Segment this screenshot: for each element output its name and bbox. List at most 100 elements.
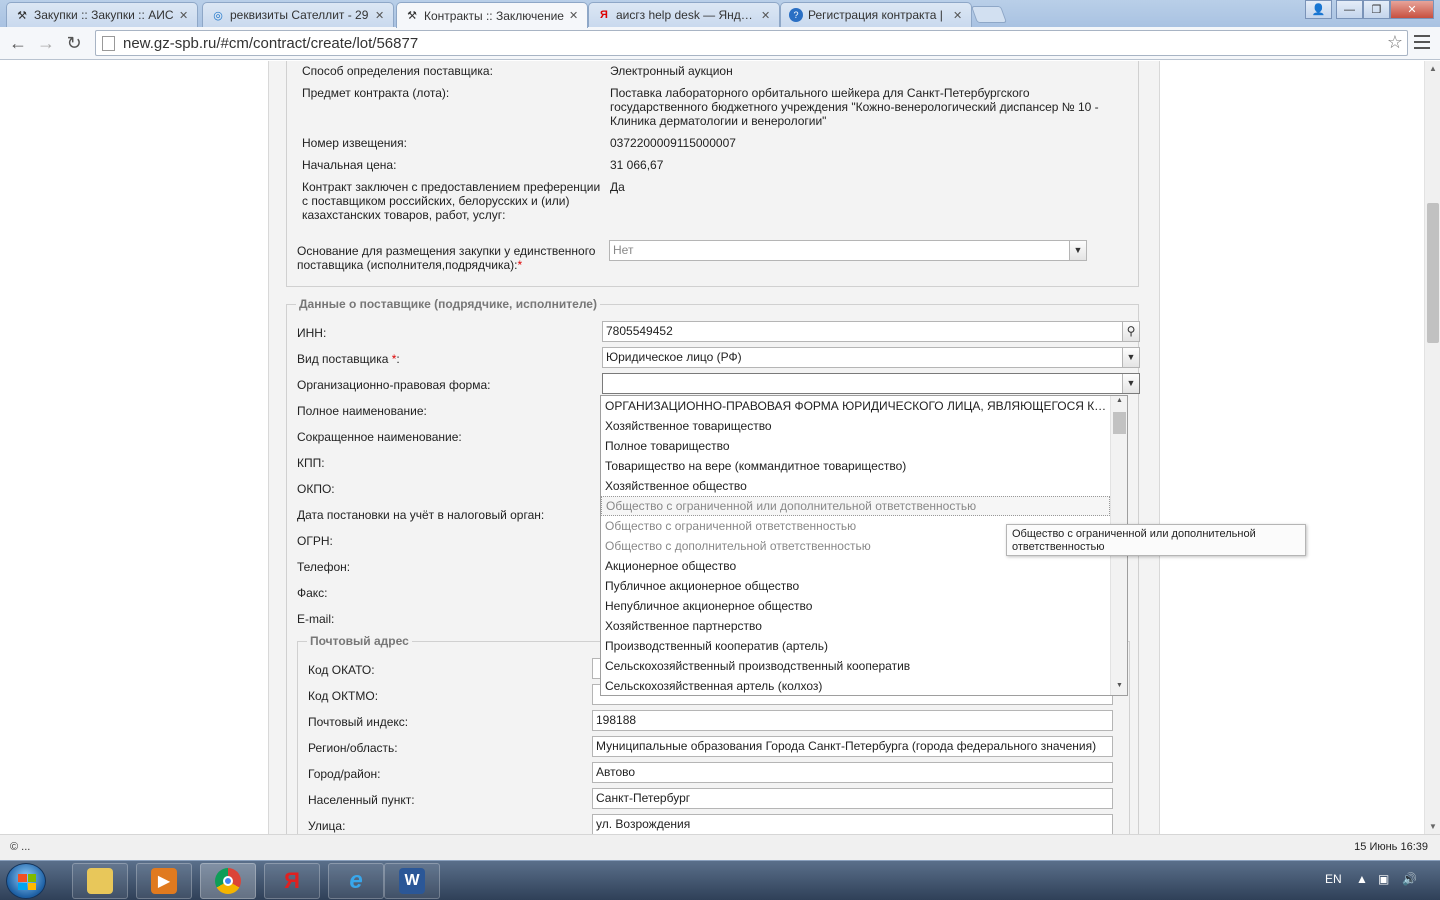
field-label: Предмет контракта (лота): [302,86,450,100]
inn-label: ИНН: [297,326,327,340]
chevron-down-icon[interactable]: ▼ [1069,241,1086,260]
tab-registration[interactable]: ? Регистрация контракта | ✕ [780,2,972,27]
city-input[interactable]: Автово [592,762,1113,783]
scroll-up-icon[interactable]: ▲ [1425,64,1440,73]
taskbar-media-player[interactable]: ▶ [136,863,192,899]
restore-button[interactable]: ❐ [1363,0,1390,19]
close-icon[interactable]: ✕ [179,9,191,22]
street-input[interactable]: ул. Возрождения [592,814,1113,834]
phone-label: Телефон: [297,560,351,574]
taskbar-ie[interactable]: e [328,863,384,899]
region-label: Регион/область: [308,741,398,755]
dropdown-option[interactable]: Хозяйственное товарищество [601,416,1110,436]
email-label: E-mail: [297,612,335,626]
scroll-up-icon[interactable]: ▲ [1111,397,1127,409]
supplier-type-label-text: Вид поставщика [297,352,389,366]
volume-icon[interactable]: 🔊 [1402,872,1417,886]
language-indicator[interactable]: EN [1325,872,1342,886]
media-player-icon: ▶ [151,868,177,894]
internet-explorer-icon: e [349,867,363,894]
locality-label: Населенный пункт: [308,793,415,807]
full-name-label: Полное наименование: [297,404,427,418]
required-marker: * [391,352,397,366]
reload-icon[interactable]: ↻ [62,32,86,54]
forward-arrow-icon[interactable]: → [34,32,58,54]
help-icon: ? [789,8,803,22]
start-button[interactable] [6,863,46,899]
page-icon [102,35,115,51]
close-window-button[interactable]: ✕ [1390,0,1434,19]
back-arrow-icon[interactable]: ← [6,32,30,54]
taskbar-yandex[interactable]: Я [264,863,320,899]
preference-value: Да [610,180,625,194]
tab-kontrakty[interactable]: ⚒ Контракты :: Заключение ✕ [396,2,588,28]
dropdown-option[interactable]: Сельскохозяйственный производственный ко… [601,656,1110,676]
page-scrollbar[interactable]: ▲ ▼ [1424,61,1440,834]
chevron-down-icon[interactable]: ▼ [1122,348,1139,367]
taskbar-chrome[interactable] [200,863,256,899]
field-label: Контракт заключен с предоставлением преф… [302,180,601,222]
dropdown-option[interactable]: Публичное акционерное общество [601,576,1110,596]
dropdown-option[interactable]: Хозяйственное партнерство [601,616,1110,636]
bookmark-star-icon[interactable]: ☆ [1387,32,1403,53]
tab-label: аисгз help desk — Яндекс [616,8,757,22]
network-icon[interactable]: ▣ [1378,872,1389,886]
tray-expand-icon[interactable]: ▲ [1356,872,1368,886]
taskbar-explorer[interactable] [72,863,128,899]
tab-label: реквизиты Сателлит - 29 [230,8,369,22]
tab-rekvizity[interactable]: ◎ реквизиты Сателлит - 29 ✕ [202,2,394,27]
dropdown-option[interactable]: Хозяйственное общество [601,476,1110,496]
yandex-icon: Я [284,868,300,893]
address-bar[interactable]: new.gz-spb.ru/#cm/contract/create/lot/56… [95,30,1408,56]
scroll-down-icon[interactable]: ▼ [1425,822,1440,831]
postal-code-value: 198188 [596,713,637,727]
dropdown-option[interactable]: Полное товарищество [601,436,1110,456]
dropdown-option[interactable]: Акционерное общество [601,556,1110,576]
menu-icon[interactable] [1414,35,1430,53]
street-value: ул. Возрождения [596,817,691,831]
supplier-type-select[interactable]: Юридическое лицо (РФ) ▼ [602,347,1140,368]
kpp-label: КПП: [297,456,325,470]
postal-code-input[interactable]: 198188 [592,710,1113,731]
field-label: Начальная цена: [302,158,397,172]
region-value: Муниципальные образования Города Санкт-П… [596,739,1097,753]
minimize-button[interactable]: — [1336,0,1363,19]
chevron-down-icon[interactable]: ▼ [1122,374,1139,393]
org-form-select[interactable]: ▼ [602,373,1140,394]
tab-label: Контракты :: Заключение [424,8,564,23]
tab-yandex[interactable]: Я аисгз help desk — Яндекс ✕ [588,2,780,27]
inn-input[interactable]: 7805549452 ⚲ [602,321,1140,342]
dropdown-option[interactable]: Сельскохозяйственная артель (колхоз) [601,676,1110,695]
notice-number-value: 0372200009115000007 [610,136,736,150]
close-icon[interactable]: ✕ [953,9,965,22]
dropdown-option[interactable]: ОРГАНИЗАЦИОННО-ПРАВОВАЯ ФОРМА ЮРИДИЧЕСКО… [601,396,1110,416]
new-tab-button[interactable] [970,6,1008,23]
region-input[interactable]: Муниципальные образования Города Санкт-П… [592,736,1113,757]
dropdown-option[interactable]: Непубличное акционерное общество [601,596,1110,616]
basis-label: Основание для размещения закупки у единс… [297,244,607,272]
close-icon[interactable]: ✕ [761,9,773,22]
close-icon[interactable]: ✕ [375,9,387,22]
option-tooltip: Общество с ограниченной или дополнительн… [1006,524,1306,556]
basis-select[interactable]: Нет ▼ [609,240,1087,261]
dropdown-option-hovered[interactable]: Общество с ограниченной или дополнительн… [601,496,1110,516]
ogrn-label: ОГРН: [297,534,333,548]
fax-label: Факс: [297,586,328,600]
scroll-down-icon[interactable]: ▼ [1111,682,1127,694]
browser-tabstrip: ⚒ Закупки :: Закупки :: АИС ✕ ◎ реквизит… [0,0,1440,28]
supplier-type-value: Юридическое лицо (РФ) [606,350,742,364]
search-icon[interactable]: ⚲ [1122,322,1139,341]
taskbar-word[interactable]: W [384,863,440,899]
close-icon[interactable]: ✕ [569,9,581,22]
dropdown-option[interactable]: Производственный кооператив (артель) [601,636,1110,656]
oktmo-label: Код ОКТМО: [308,689,379,703]
scrollbar-thumb[interactable] [1427,203,1439,343]
dropdown-option[interactable]: Товарищество на вере (коммандитное товар… [601,456,1110,476]
scrollbar-thumb[interactable] [1113,412,1126,434]
locality-input[interactable]: Санкт-Петербург [592,788,1113,809]
tab-zakupki[interactable]: ⚒ Закупки :: Закупки :: АИС ✕ [6,2,198,27]
inn-value: 7805549452 [606,324,673,338]
okpo-label: ОКПО: [297,482,335,496]
user-icon[interactable]: 👤 [1305,0,1332,19]
status-bar: © ... 15 Июнь 16:39 [0,834,1440,860]
